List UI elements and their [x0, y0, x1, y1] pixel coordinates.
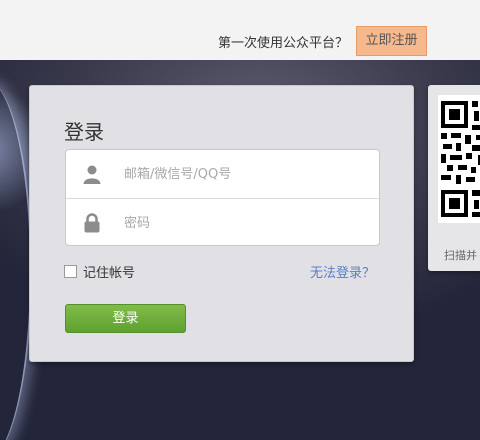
user-icon [82, 164, 102, 184]
lock-icon [82, 213, 102, 233]
login-panel: 登录 邮箱/微信号/QQ号 记住帐号 无法登录？ 登录 [29, 85, 414, 362]
login-title: 登录 [64, 120, 104, 144]
username-input[interactable] [124, 158, 364, 190]
top-bar: 第一次使用公众平台？ 立即注册 [0, 0, 480, 60]
qr-code-icon [438, 95, 480, 223]
page: 第一次使用公众平台？ 立即注册 登录 邮箱/微信号/QQ号 记住帐号 无法登录？… [0, 0, 480, 440]
remember-label: 记住帐号 [83, 266, 136, 281]
forgot-login-link[interactable]: 无法登录？ [310, 262, 375, 281]
register-link[interactable]: 立即注册 [356, 26, 427, 56]
credentials-group [65, 149, 380, 246]
planet-glow [0, 80, 32, 440]
password-input[interactable] [124, 207, 364, 239]
login-button[interactable]: 登录 [65, 304, 186, 333]
remember-account[interactable]: 记住帐号 [64, 262, 135, 281]
username-row [66, 150, 379, 198]
qr-panel: 扫描并 [428, 85, 480, 271]
qr-hint: 扫描并 [444, 249, 477, 262]
password-row [66, 198, 379, 246]
register-prompt: 第一次使用公众平台？ [218, 36, 349, 51]
remember-checkbox[interactable] [64, 265, 77, 278]
